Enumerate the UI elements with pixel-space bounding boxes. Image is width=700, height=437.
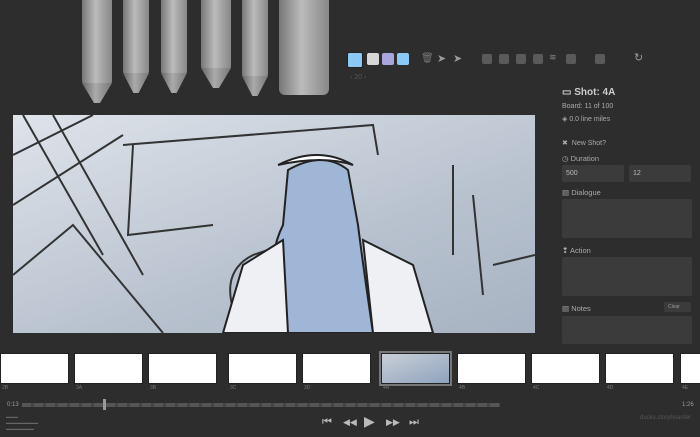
playhead[interactable] [103, 399, 107, 410]
rewind-button[interactable]: ◀◀ [343, 417, 357, 428]
tool-eraser[interactable] [279, 0, 329, 95]
clock-icon: ◷ [562, 154, 569, 163]
layers-icon[interactable]: ≋ [549, 52, 559, 62]
grid-icon[interactable] [482, 54, 492, 64]
new-shot-checkbox[interactable]: ✖ New Shot? [562, 139, 606, 147]
notes-label: ▤ Notes [562, 304, 591, 313]
action-input[interactable] [562, 257, 692, 296]
action-label: ❢ Action [562, 246, 591, 255]
scale-cursor-icon[interactable]: ➤ [453, 52, 462, 65]
board-thumbnail-label: 3C [230, 385, 237, 391]
skip-to-end-button[interactable]: ⏭ [409, 416, 419, 429]
thirds-guide-icon[interactable] [516, 54, 526, 64]
drawing-canvas[interactable] [13, 115, 535, 333]
trash-icon[interactable]: 🗑 [421, 53, 434, 64]
play-button[interactable]: ▶ [364, 413, 375, 430]
perspective-icon[interactable] [533, 54, 543, 64]
board-thumbnail[interactable] [228, 353, 297, 384]
duration-ms-input[interactable]: 500 [562, 165, 624, 182]
board-thumbnail[interactable] [680, 353, 700, 384]
shot-title: ▭ Shot: 4A [562, 87, 616, 98]
tool-pen[interactable] [161, 0, 187, 93]
tool-marker[interactable] [201, 0, 231, 88]
line-miles: ◈ 0.0 line miles [562, 116, 611, 123]
board-thumbnail[interactable] [457, 353, 526, 384]
storyboard-sketch [13, 115, 535, 333]
diamond-icon: ◈ [562, 116, 568, 123]
tool-brush[interactable] [123, 0, 149, 93]
board-thumbnail-label: 3D [304, 385, 311, 391]
board-thumbnail-label: 4D [607, 385, 614, 391]
notes-icon: ▤ [562, 304, 570, 313]
start-time: 0:13 [7, 402, 19, 408]
center-guide-icon[interactable] [499, 54, 509, 64]
board-thumbnail[interactable] [531, 353, 600, 384]
board-thumbnail-label: 4E [682, 385, 689, 391]
clear-notes-button[interactable]: Clear [664, 302, 691, 312]
file-info: ▬▬▬ ▬▬▬▬▬▬▬▬ ▬▬▬▬▬▬▬ [6, 414, 38, 431]
end-time: 1:26 [682, 402, 694, 408]
board-thumbnail[interactable] [0, 353, 69, 384]
color-swatch-1[interactable] [367, 53, 379, 65]
board-thumbnail-label: 2B [2, 385, 9, 391]
board-thumbnail-active[interactable] [379, 351, 452, 386]
speech-bubble-icon: ▤ [562, 188, 570, 197]
notes-input[interactable] [562, 316, 692, 344]
refresh-icon[interactable]: ↻ [634, 51, 643, 64]
dialogue-label: ▤ Dialogue [562, 188, 601, 197]
move-cursor-icon[interactable]: ➤ [437, 52, 446, 65]
tool-light-pencil[interactable] [82, 0, 112, 103]
captions-icon[interactable] [595, 54, 605, 64]
onion-skin-icon[interactable] [566, 54, 576, 64]
pin-icon: ❢ [562, 246, 569, 255]
color-swatch-3[interactable] [397, 53, 409, 65]
board-thumbnail-label: 4B [459, 385, 466, 391]
color-swatch-2[interactable] [382, 53, 394, 65]
skip-to-start-button[interactable]: ⏮ [322, 416, 332, 429]
board-thumbnail[interactable] [74, 353, 143, 384]
color-swatch-current[interactable] [347, 52, 363, 68]
dialogue-input[interactable] [562, 199, 692, 238]
duration-frames-input[interactable]: 12 [629, 165, 691, 182]
board-thumbnail-label: 3A [76, 385, 83, 391]
tool-soft-pencil[interactable] [242, 0, 268, 96]
board-info: Board: 11 of 100 [562, 103, 614, 110]
board-thumbnail[interactable] [302, 353, 371, 384]
brush-size[interactable]: ‹ 20 › [350, 74, 366, 81]
file-name: ducks.storyboarder [640, 415, 692, 421]
board-thumbnail-label: 4C [533, 385, 540, 391]
board-thumbnail[interactable] [148, 353, 217, 384]
board-thumbnail-label: 3B [150, 385, 157, 391]
duration-label: ◷ Duration [562, 154, 599, 163]
fast-forward-button[interactable]: ▶▶ [386, 417, 400, 428]
board-thumbnail-label: 4A [383, 385, 390, 391]
board-thumbnail[interactable] [605, 353, 674, 384]
timeline-scrubber[interactable] [22, 403, 500, 407]
